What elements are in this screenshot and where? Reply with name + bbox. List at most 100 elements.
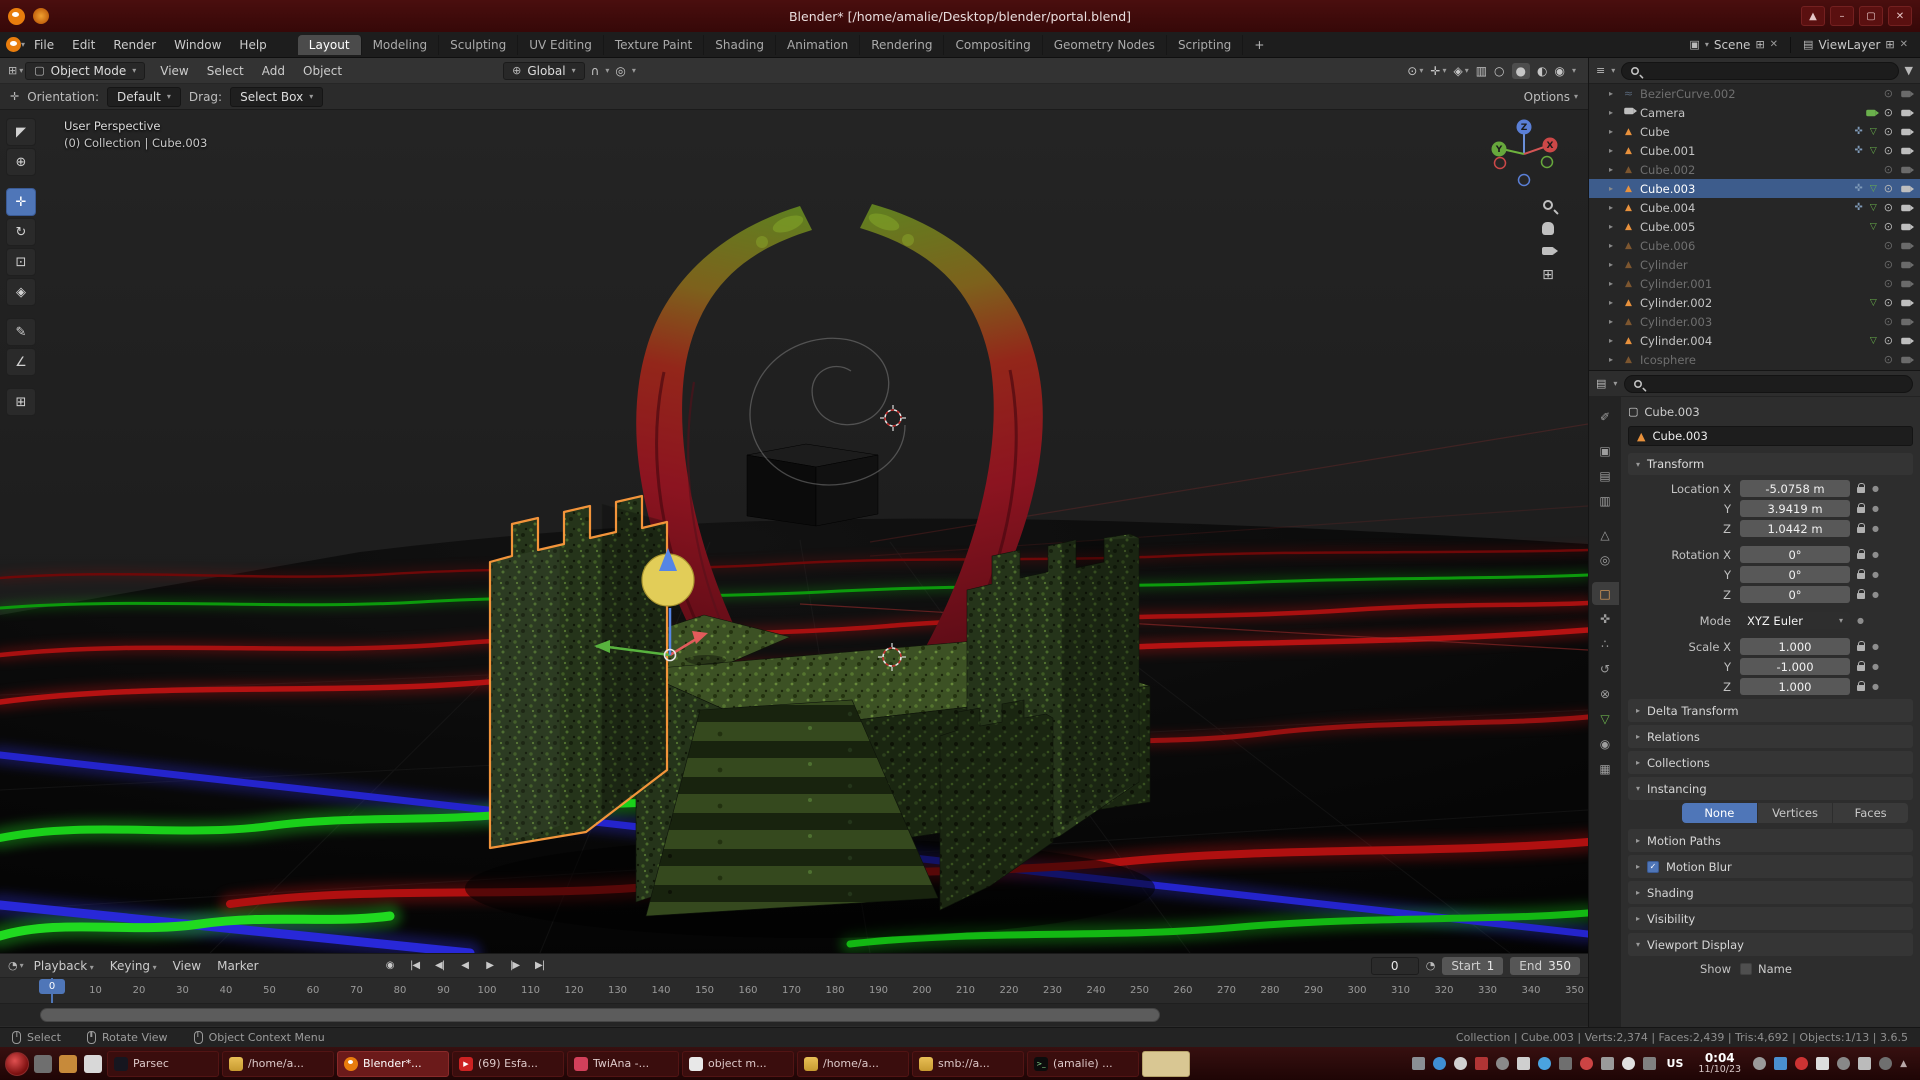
transform-field-y[interactable]: 0° (1740, 566, 1850, 583)
tray-icon[interactable] (1643, 1057, 1656, 1070)
disclosure-icon[interactable]: ▸ (1609, 241, 1621, 250)
properties-tab-render[interactable]: ▣ (1592, 439, 1619, 462)
new-viewlayer-icon[interactable]: ⊞ (1885, 38, 1894, 51)
animate-dot-icon[interactable]: ● (1872, 682, 1879, 691)
taskbar-task[interactable]: (amalie) ... (1027, 1051, 1139, 1077)
transform-field-y[interactable]: -1.000 (1740, 658, 1850, 675)
name-checkbox[interactable] (1740, 963, 1752, 975)
menu-window[interactable]: Window (165, 35, 230, 55)
outliner-row[interactable]: ▸Camera⊙ (1589, 103, 1920, 122)
measure-tool-button[interactable]: ∠ (6, 348, 36, 376)
render-visibility-icon[interactable] (1901, 90, 1911, 96)
scene-browse-icon[interactable]: ▣ (1689, 38, 1699, 51)
lock-icon[interactable] (1857, 527, 1865, 533)
taskbar-task[interactable]: TwiAna -... (567, 1051, 679, 1077)
disclosure-icon[interactable]: ▸ (1609, 89, 1621, 98)
animate-dot-icon[interactable]: ● (1872, 504, 1879, 513)
workspace-tab-compositing[interactable]: Compositing (944, 35, 1042, 55)
section-visibility[interactable]: ▸Visibility (1628, 907, 1913, 930)
instancing-none[interactable]: None (1682, 803, 1757, 823)
properties-tab-particles[interactable]: ∴ (1592, 632, 1619, 655)
select-tool-button[interactable]: ◤ (6, 118, 36, 146)
shading-wireframe-icon[interactable]: ○ (1494, 64, 1504, 78)
transform-field-y[interactable]: 3.9419 m (1740, 500, 1850, 517)
disclosure-icon[interactable]: ▸ (1609, 127, 1621, 136)
auto-keying-button[interactable]: ◉ (379, 957, 401, 975)
gizmos-toggle-icon[interactable]: ✛ ▾ (1430, 64, 1446, 78)
tray-icon[interactable] (1795, 1057, 1808, 1070)
eye-icon[interactable]: ⊙ (1884, 220, 1893, 233)
prev-keyframe-button[interactable]: ◀| (429, 957, 451, 975)
shading-solid-icon[interactable]: ● (1512, 63, 1530, 79)
jump-start-button[interactable]: |◀ (404, 957, 426, 975)
eye-icon[interactable]: ⊙ (1884, 182, 1893, 195)
viewlayer-icon[interactable]: ▤ (1803, 38, 1813, 51)
render-visibility-icon[interactable] (1901, 242, 1911, 248)
tray-icon[interactable] (1475, 1057, 1488, 1070)
start-menu-button[interactable] (5, 1052, 29, 1076)
lock-icon[interactable] (1857, 685, 1865, 691)
scene-name[interactable]: Scene (1714, 38, 1751, 52)
section-relations[interactable]: ▸Relations (1628, 725, 1913, 748)
tray-icon[interactable] (1580, 1057, 1593, 1070)
tray-icon[interactable] (1433, 1057, 1446, 1070)
taskbar-task[interactable]: Blender*... (337, 1051, 449, 1077)
orientation-setting-dropdown[interactable]: Default ▾ (107, 87, 181, 107)
chevron-down-icon[interactable]: ▾ (1572, 66, 1576, 75)
drag-setting-dropdown[interactable]: Select Box ▾ (230, 87, 323, 107)
animate-dot-icon[interactable]: ● (1872, 662, 1879, 671)
add-cube-tool-button[interactable]: ⊞ (6, 388, 36, 416)
tray-expand-icon[interactable]: ▲ (1900, 1059, 1907, 1069)
scale-tool-button[interactable]: ⊡ (6, 248, 36, 276)
tray-icon[interactable] (1454, 1057, 1467, 1070)
window-maximize-button[interactable]: ▢ (1859, 6, 1883, 26)
eye-icon[interactable]: ⊙ (1884, 277, 1893, 290)
workspace-tab-animation[interactable]: Animation (776, 35, 860, 55)
orientation-dropdown[interactable]: ⊕ Global ▾ (503, 62, 585, 80)
navigation-gizmo[interactable]: Z Y X (1484, 114, 1564, 194)
3d-scene-canvas[interactable] (0, 110, 1588, 953)
eye-icon[interactable]: ⊙ (1884, 201, 1893, 214)
outliner-row[interactable]: ▸▲Cylinder.002▽⊙ (1589, 293, 1920, 312)
move-tool-button[interactable]: ✛ (6, 188, 36, 216)
lock-icon[interactable] (1857, 507, 1865, 513)
disclosure-icon[interactable]: ▸ (1609, 108, 1621, 117)
tray-icon[interactable] (1559, 1057, 1572, 1070)
window-minimize-button[interactable]: – (1830, 6, 1854, 26)
properties-tab-scene[interactable]: △ (1592, 523, 1619, 546)
editor-type-icon[interactable]: ⊞ (8, 64, 17, 77)
mode-dropdown[interactable]: ▢ Object Mode ▾ (25, 62, 145, 80)
menu-edit[interactable]: Edit (63, 35, 104, 55)
workspace-tab-sculpting[interactable]: Sculpting (439, 35, 518, 55)
render-visibility-icon[interactable] (1901, 299, 1911, 305)
shading-rendered-icon[interactable]: ◉ (1555, 64, 1565, 78)
chevron-down-icon[interactable]: ▾ (632, 66, 636, 75)
playhead[interactable]: 0 (39, 979, 65, 994)
animate-dot-icon[interactable]: ● (1872, 642, 1879, 651)
proportional-edit-icon[interactable]: ◎ (615, 64, 625, 78)
workspace-tab-scripting[interactable]: Scripting (1167, 35, 1243, 55)
render-visibility-icon[interactable] (1901, 356, 1911, 362)
eye-icon[interactable]: ⊙ (1884, 125, 1893, 138)
eye-icon[interactable]: ⊙ (1884, 315, 1893, 328)
properties-tab-object[interactable]: □ (1592, 582, 1619, 605)
properties-tab-tool[interactable]: ✐ (1592, 405, 1619, 428)
properties-tab-material[interactable]: ◉ (1592, 732, 1619, 755)
preview-range-icon[interactable]: ◔ (1426, 959, 1436, 972)
zoom-button[interactable] (1543, 200, 1553, 210)
transform-field-z[interactable]: 1.0442 m (1740, 520, 1850, 537)
lock-icon[interactable] (1857, 593, 1865, 599)
outliner-row[interactable]: ▸▲Cube.005▽⊙ (1589, 217, 1920, 236)
outliner-row[interactable]: ▸▲Cube.002⊙ (1589, 160, 1920, 179)
animate-dot-icon[interactable]: ● (1872, 570, 1879, 579)
timeline-editor-icon[interactable]: ◔ (8, 959, 18, 972)
tray-icon[interactable] (1412, 1057, 1425, 1070)
properties-tab-view-layer[interactable]: ▥ (1592, 489, 1619, 512)
timeline-menu-keying[interactable]: Keying ▾ (102, 957, 165, 975)
disclosure-icon[interactable]: ▸ (1609, 336, 1621, 345)
outliner-row[interactable]: ▸▲Cylinder⊙ (1589, 255, 1920, 274)
overlays-toggle-icon[interactable]: ◈ ▾ (1453, 64, 1468, 78)
camera-view-button[interactable] (1542, 247, 1554, 255)
eye-icon[interactable]: ⊙ (1884, 239, 1893, 252)
properties-tab-texture[interactable]: ▦ (1592, 757, 1619, 780)
